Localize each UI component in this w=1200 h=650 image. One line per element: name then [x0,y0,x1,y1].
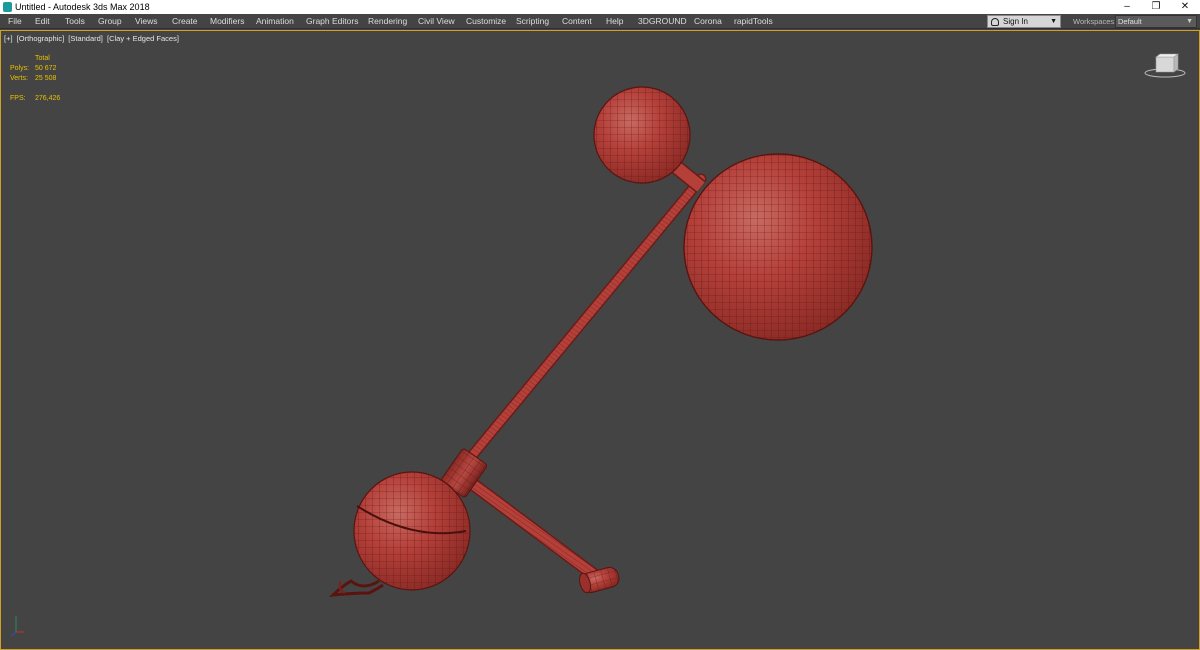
polys-label: Polys: [10,65,30,72]
menu-tools[interactable]: Tools [65,14,85,29]
viewport-shading-mode[interactable]: [Clay + Edged Faces] [107,34,179,43]
menu-civil-view[interactable]: Civil View [418,14,455,29]
menu-create[interactable]: Create [172,14,198,29]
menu-edit[interactable]: Edit [35,14,50,29]
viewport-scene [10,86,873,637]
axis-tripod-icon [10,616,24,637]
stats-header: Total [35,55,50,62]
menu-3dground[interactable]: 3DGROUND [638,14,687,29]
menu-modifiers[interactable]: Modifiers [210,14,244,29]
workspaces-select[interactable]: Default ▼ [1115,15,1197,28]
restore-button[interactable]: ❐ [1142,0,1170,14]
polys-value: 50 672 [35,65,57,72]
menu-corona[interactable]: Corona [694,14,722,29]
top-connector [670,160,706,193]
user-icon [991,18,999,26]
title-bar: Untitled - Autodesk 3ds Max 2018 – ❐ ✕ [0,0,1200,14]
menu-views[interactable]: Views [135,14,158,29]
close-button[interactable]: ✕ [1171,0,1199,14]
bottom-sphere [353,471,471,591]
menu-graph-editors[interactable]: Graph Editors [306,14,358,29]
menu-customize[interactable]: Customize [466,14,506,29]
verts-value: 25 508 [35,75,57,82]
menu-rendering[interactable]: Rendering [368,14,407,29]
chevron-down-icon: ▼ [1050,18,1057,25]
workspaces-value: Default [1118,17,1142,26]
small-top-sphere [593,86,691,184]
minimize-button[interactable]: – [1113,0,1141,14]
menu-file[interactable]: File [8,14,22,29]
3ds-max-icon [3,2,12,12]
viewport-menu-plus[interactable]: [+] [4,34,13,43]
diagonal-rod [460,173,707,469]
menu-group[interactable]: Group [98,14,122,29]
sign-in-label: Sign In [1003,17,1028,26]
perspective-viewport[interactable]: [+] [Orthographic] [Standard] [Clay + Ed… [0,30,1200,650]
workspaces-label: Workspaces: [1073,17,1117,26]
menu-help[interactable]: Help [606,14,623,29]
menu-rapidtools[interactable]: rapidTools [734,14,773,29]
large-sphere [683,153,873,341]
menu-animation[interactable]: Animation [256,14,294,29]
window-title: Untitled - Autodesk 3ds Max 2018 [15,2,150,12]
menu-scripting[interactable]: Scripting [516,14,549,29]
power-cord [328,579,384,597]
lower-rod [459,472,604,584]
viewcube-icon[interactable] [1144,53,1186,79]
fps-value: 276,426 [35,95,61,102]
chevron-down-icon: ▼ [1186,18,1193,25]
sign-in-dropdown[interactable]: Sign In ▼ [987,15,1061,28]
menu-content[interactable]: Content [562,14,592,29]
viewport-label[interactable]: [+] [Orthographic] [Standard] [Clay + Ed… [4,34,181,43]
viewport-standard[interactable]: [Standard] [68,34,103,43]
fps-label: FPS: [10,95,26,102]
viewport-point-of-view[interactable]: [Orthographic] [17,34,65,43]
verts-label: Verts: [10,75,28,82]
